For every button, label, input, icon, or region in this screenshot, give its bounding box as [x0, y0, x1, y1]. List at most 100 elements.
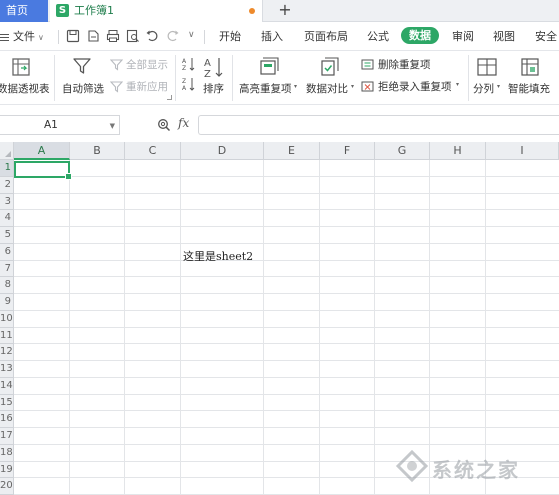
- column-header-F[interactable]: F: [320, 142, 375, 160]
- menu-page-layout[interactable]: 页面布局: [304, 29, 348, 44]
- sort-button[interactable]: A Z 排序: [200, 51, 230, 105]
- row-header-3[interactable]: 3: [0, 193, 14, 211]
- pivot-table-label: 数据透视表: [0, 83, 50, 95]
- row-header-9[interactable]: 9: [0, 294, 14, 311]
- pivot-table-button[interactable]: 数据透视表: [0, 51, 52, 105]
- highlight-duplicates-icon: [260, 57, 279, 75]
- dialog-launcher-icon[interactable]: [167, 95, 172, 100]
- grid-line: [14, 410, 559, 412]
- menu-formulas[interactable]: 公式: [367, 29, 389, 44]
- unsaved-indicator-icon: [249, 8, 255, 14]
- menu-home[interactable]: 开始: [219, 29, 241, 44]
- row-header-7[interactable]: 7: [0, 260, 14, 278]
- grid-line: [14, 343, 559, 345]
- menu-review[interactable]: 审阅: [452, 29, 474, 44]
- chevron-down-icon: ▼: [109, 122, 115, 130]
- highlight-duplicates-button[interactable]: 高亮重复项 ▾: [236, 51, 300, 105]
- filter-clear-icon: [110, 59, 123, 71]
- row-header-18[interactable]: 18: [0, 444, 14, 462]
- split-columns-button[interactable]: 分列 ▾: [471, 51, 505, 105]
- menu-insert[interactable]: 插入: [261, 29, 283, 44]
- row-header-17[interactable]: 17: [0, 428, 14, 445]
- document-title: 工作簿1: [74, 4, 114, 17]
- zoom-search-icon[interactable]: [157, 118, 171, 132]
- show-all-label: 全部显示: [126, 59, 168, 71]
- smart-fill-button[interactable]: 智能填充: [507, 51, 559, 105]
- chevron-down-icon: ∨: [38, 33, 44, 42]
- split-columns-icon: [477, 58, 497, 76]
- divider: [204, 30, 205, 44]
- row-header-14[interactable]: 14: [0, 377, 14, 395]
- data-compare-button[interactable]: 数据对比 ▾: [304, 51, 358, 105]
- row-header-20[interactable]: 20: [0, 478, 14, 495]
- filter-icon: [73, 58, 91, 74]
- file-menu[interactable]: 文件 ∨: [0, 28, 44, 44]
- divider: [232, 55, 233, 101]
- split-columns-label: 分列: [473, 83, 494, 95]
- reapply-button[interactable]: 重新应用: [110, 79, 172, 95]
- print-preview-icon[interactable]: [126, 29, 140, 43]
- reject-duplicates-button[interactable]: 拒绝录入重复项 ▾: [361, 79, 461, 95]
- svg-text:Z: Z: [204, 69, 211, 78]
- save-icon[interactable]: [66, 29, 80, 43]
- row-header-12[interactable]: 12: [0, 344, 14, 361]
- name-box[interactable]: A1 ▼: [0, 115, 120, 135]
- row-header-5[interactable]: 5: [0, 227, 14, 244]
- redo-icon[interactable]: [166, 29, 180, 43]
- grid-line: [180, 160, 181, 495]
- menu-data[interactable]: 数据: [401, 27, 439, 44]
- row-header-1[interactable]: 1: [0, 160, 14, 177]
- menu-security[interactable]: 安全: [535, 29, 557, 44]
- print-icon[interactable]: [106, 29, 120, 43]
- show-all-button[interactable]: 全部显示: [110, 57, 172, 73]
- grid-line: [14, 209, 559, 211]
- column-header-H[interactable]: H: [430, 142, 486, 160]
- sort-descending-icon[interactable]: Z A: [182, 77, 196, 91]
- column-header-B[interactable]: B: [70, 142, 125, 160]
- filter-refresh-icon: [110, 81, 123, 93]
- row-header-8[interactable]: 8: [0, 277, 14, 294]
- row-header-19[interactable]: 19: [0, 461, 14, 479]
- grid-line: [14, 293, 559, 294]
- quick-access-more-icon[interactable]: ∨: [188, 30, 195, 40]
- row-header-10[interactable]: 10: [0, 310, 14, 328]
- sort-icon: A Z: [204, 58, 223, 78]
- select-all-corner[interactable]: [0, 142, 14, 160]
- active-cell-A1[interactable]: [14, 161, 72, 180]
- remove-duplicates-icon: [361, 59, 374, 70]
- column-header-G[interactable]: G: [375, 142, 430, 160]
- auto-filter-button[interactable]: 自动筛选: [60, 51, 106, 105]
- grid-line: [14, 226, 559, 227]
- cell-D6[interactable]: 这里是sheet2: [183, 248, 253, 264]
- export-pdf-icon[interactable]: [86, 29, 100, 43]
- column-header-E[interactable]: E: [264, 142, 320, 160]
- sort-ascending-icon[interactable]: A Z: [182, 57, 196, 71]
- data-compare-icon: [321, 57, 339, 76]
- grid-line: [14, 175, 559, 177]
- remove-duplicates-button[interactable]: 删除重复项: [361, 57, 461, 73]
- undo-icon[interactable]: [145, 29, 159, 43]
- grid-line: [124, 160, 125, 495]
- svg-text:A: A: [182, 85, 187, 91]
- tab-document[interactable]: S 工作簿1: [50, 0, 263, 22]
- new-tab-button[interactable]: +: [276, 0, 294, 22]
- file-menu-label: 文件: [13, 30, 35, 43]
- row-header-11[interactable]: 11: [0, 327, 14, 345]
- insert-function-button[interactable]: fx: [178, 116, 189, 130]
- menu-view[interactable]: 视图: [493, 29, 515, 44]
- column-header-A[interactable]: A: [14, 142, 70, 160]
- formula-input[interactable]: [198, 115, 559, 135]
- row-header-4[interactable]: 4: [0, 210, 14, 227]
- row-header-2[interactable]: 2: [0, 176, 14, 194]
- dropdown-icon: ▾: [497, 83, 501, 90]
- row-header-15[interactable]: 15: [0, 394, 14, 412]
- row-header-6[interactable]: 6: [0, 243, 14, 261]
- highlight-duplicates-label: 高亮重复项: [239, 83, 292, 95]
- row-header-13[interactable]: 13: [0, 361, 14, 378]
- column-header-C[interactable]: C: [125, 142, 181, 160]
- column-header-I[interactable]: I: [486, 142, 559, 160]
- row-header-16[interactable]: 16: [0, 411, 14, 428]
- grid-line: [14, 259, 559, 261]
- column-header-D[interactable]: D: [181, 142, 264, 160]
- tab-home[interactable]: 首页: [0, 0, 48, 22]
